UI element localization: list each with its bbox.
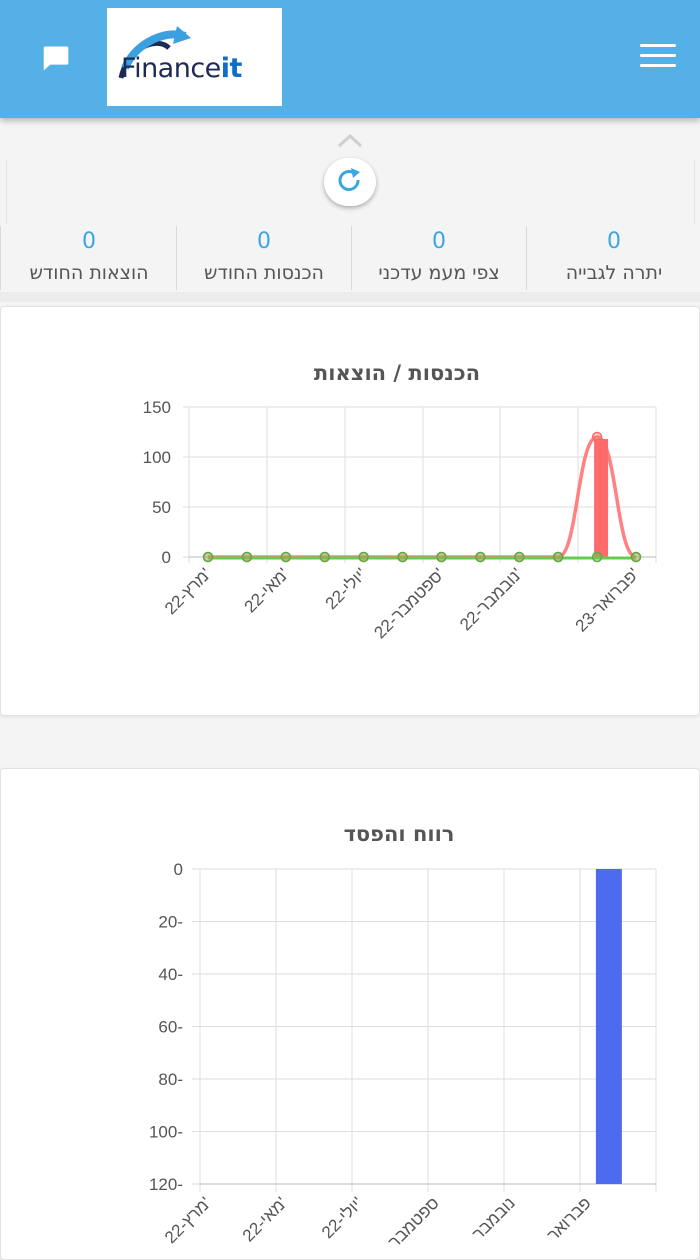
expense-point	[591, 551, 603, 563]
stat-label: צפי מעמ עדכני	[378, 262, 500, 284]
expense-point	[241, 551, 253, 563]
expense-point	[397, 551, 408, 563]
chart-title: הכנסות / הוצאות	[314, 361, 480, 385]
profit-loss-bar	[595, 869, 622, 1184]
x-tick-label: נובמבר-22'	[456, 564, 526, 634]
expense-point	[552, 551, 564, 563]
income-bar	[594, 439, 609, 557]
x-tick-label: יולי-22'	[318, 1193, 367, 1242]
chevron-up-icon[interactable]	[336, 132, 364, 148]
income-expense-chart: הכנסות / הוצאות 0 50 100 150 מרץ-22' מאי-22' יו…	[143, 361, 657, 642]
expense-point	[630, 551, 642, 563]
expense-point	[358, 551, 369, 563]
hamburger-menu-icon[interactable]	[640, 44, 676, 74]
expense-point	[319, 551, 330, 563]
x-tick-label: מאי-22'	[241, 564, 293, 616]
profit-loss-chart: רווח והפסד 0 20- 40- 60- 80- 100- 120-מרץ-22' מא…	[149, 822, 657, 1252]
expense-point	[475, 551, 486, 563]
stat-vat-forecast[interactable]: 0 צפי מעמ עדכני	[352, 224, 526, 290]
income-expense-card: הכנסות / הוצאות 0 50 100 150 מרץ-22' מאי-22' יו…	[0, 306, 700, 716]
expense-point	[514, 551, 525, 563]
expense-point	[436, 551, 447, 563]
x-tick-label: ספטמבר	[385, 1193, 443, 1251]
income-line	[207, 435, 637, 559]
x-tick-label: פברואר-23'	[572, 564, 643, 635]
x-tick-label: מרץ-22'	[161, 1193, 215, 1247]
app-logo[interactable]: Financeit	[107, 8, 282, 106]
panel-edge	[694, 160, 695, 224]
refresh-button[interactable]	[324, 158, 376, 206]
chat-icon[interactable]	[38, 40, 74, 76]
expense-point	[280, 551, 292, 563]
stat-label: הוצאות החודש	[29, 262, 149, 284]
y-tick-label: 60-	[158, 1018, 183, 1037]
stat-value: 0	[607, 229, 621, 254]
panel-edge	[6, 160, 7, 224]
y-tick-label: 100-	[149, 1123, 183, 1142]
income-point	[591, 431, 603, 443]
x-tick-label: מאי-22'	[239, 1193, 291, 1245]
stats-bar: 0 הוצאות החודש 0 הכנסות החודש 0 צפי מעמ …	[0, 224, 700, 292]
expense-point	[202, 551, 214, 563]
divider	[0, 292, 700, 302]
stat-value: 0	[432, 229, 446, 254]
stat-monthly-expenses[interactable]: 0 הוצאות החודש	[2, 224, 176, 290]
x-tick-label: יולי-22'	[322, 564, 371, 613]
stat-monthly-income[interactable]: 0 הכנסות החודש	[177, 224, 351, 290]
y-tick-label: 40-	[158, 965, 183, 984]
y-tick-label: 150	[143, 398, 171, 417]
chart-title: רווח והפסד	[344, 822, 455, 846]
stat-label: יתרה לגבייה	[565, 262, 663, 284]
x-tick-label: ספטמבר-22'	[370, 564, 448, 642]
y-tick-label: 0	[162, 548, 171, 567]
y-tick-label: 50	[152, 498, 171, 517]
stat-value: 0	[82, 229, 96, 254]
logo-text: Financeit	[121, 53, 242, 84]
stat-balance-due[interactable]: 0 יתרה לגבייה	[527, 224, 700, 290]
y-tick-label: 20-	[158, 913, 183, 932]
stat-label: הכנסות החודש	[204, 262, 324, 284]
x-tick-label: פברואר	[543, 1193, 594, 1244]
profit-loss-card: רווח והפסד 0 20- 40- 60- 80- 100- 120- מרץ-22' מא…	[0, 768, 700, 1260]
y-tick-label: 80-	[158, 1070, 183, 1089]
refresh-icon	[338, 168, 360, 191]
y-tick-label: 0	[174, 860, 183, 879]
stat-value: 0	[257, 229, 271, 254]
x-tick-label: מרץ-22'	[161, 564, 215, 618]
x-tick-label: נובמבר	[469, 1193, 519, 1243]
y-tick-label: 120-	[149, 1175, 183, 1194]
y-tick-label: 100	[143, 448, 171, 467]
app-header: Financeit	[0, 0, 700, 118]
